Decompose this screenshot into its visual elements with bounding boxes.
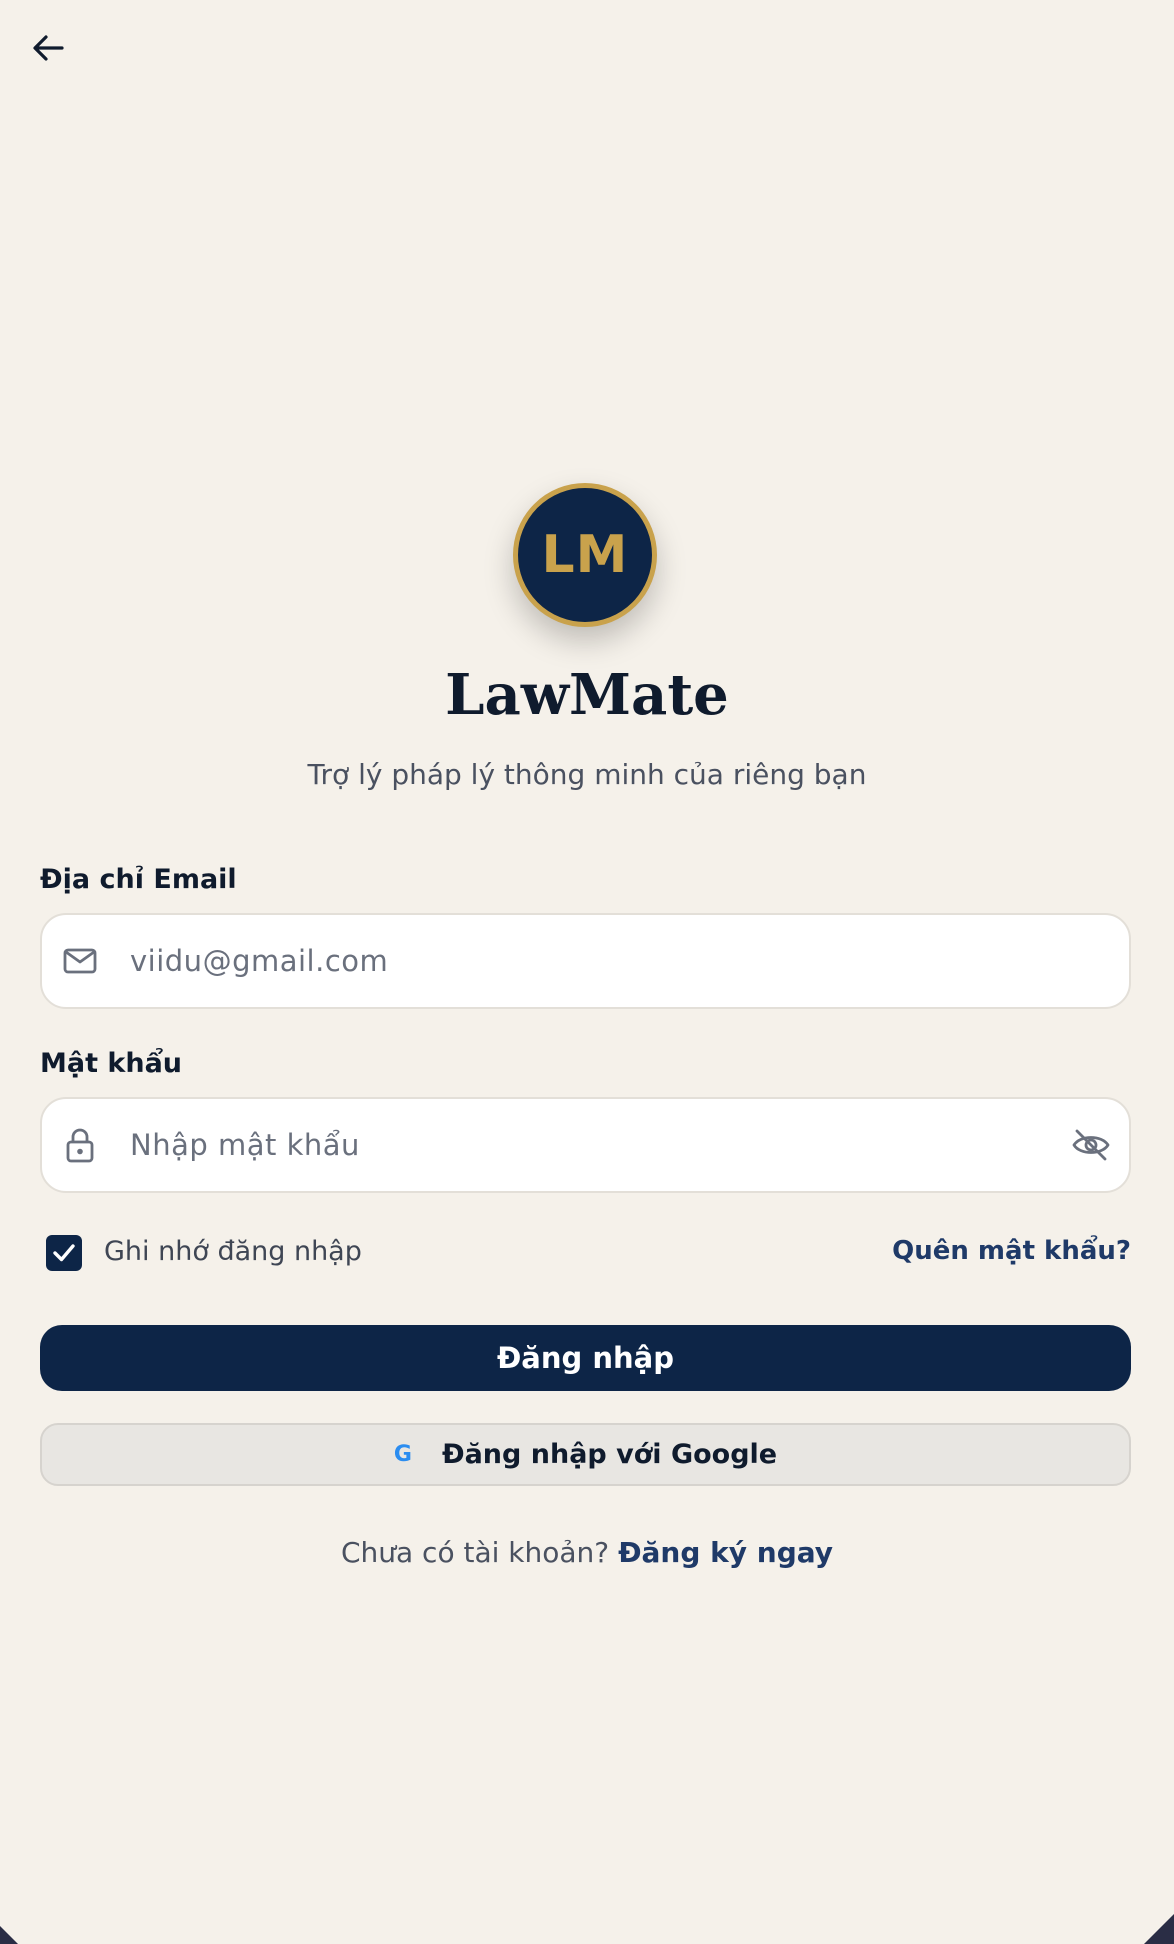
email-field[interactable]: viidu@gmail.com	[40, 913, 1131, 1009]
eye-off-icon[interactable]	[1071, 1127, 1111, 1163]
signup-prompt: Chưa có tài khoản?	[340, 1536, 619, 1569]
screen-corner-left	[0, 1926, 18, 1944]
remember-label[interactable]: Ghi nhớ đăng nhập	[104, 1236, 362, 1267]
checkmark-icon	[53, 1244, 75, 1262]
password-input[interactable]: Nhập mật khẩu	[130, 1099, 360, 1191]
signup-link[interactable]: Đăng ký ngay	[618, 1536, 833, 1569]
app-logo: LM	[513, 483, 657, 627]
google-icon: G	[393, 1442, 412, 1467]
remember-checkbox[interactable]	[46, 1235, 82, 1271]
logo-initials: LM	[541, 525, 629, 585]
email-input[interactable]: viidu@gmail.com	[130, 915, 388, 1007]
screen-corner-right	[1144, 1914, 1174, 1944]
mail-icon	[63, 948, 97, 974]
arrow-left-icon	[33, 35, 64, 61]
forgot-password-link[interactable]: Quên mật khẩu?	[892, 1236, 1131, 1266]
password-field[interactable]: Nhập mật khẩu	[40, 1097, 1131, 1193]
signup-row: Chưa có tài khoản? Đăng ký ngay	[0, 1536, 1174, 1569]
google-login-label: Đăng nhập với Google	[441, 1439, 778, 1470]
back-button[interactable]	[22, 22, 74, 74]
password-label: Mật khẩu	[40, 1048, 183, 1079]
app-tagline: Trợ lý pháp lý thông minh của riêng bạn	[307, 758, 867, 791]
login-button-label: Đăng nhập	[497, 1341, 674, 1375]
lock-icon	[66, 1128, 94, 1163]
google-login-button[interactable]: G Đăng nhập với Google	[40, 1423, 1131, 1486]
app-title: LawMate	[445, 662, 729, 728]
login-button[interactable]: Đăng nhập	[40, 1325, 1131, 1391]
email-label: Địa chỉ Email	[40, 864, 237, 895]
